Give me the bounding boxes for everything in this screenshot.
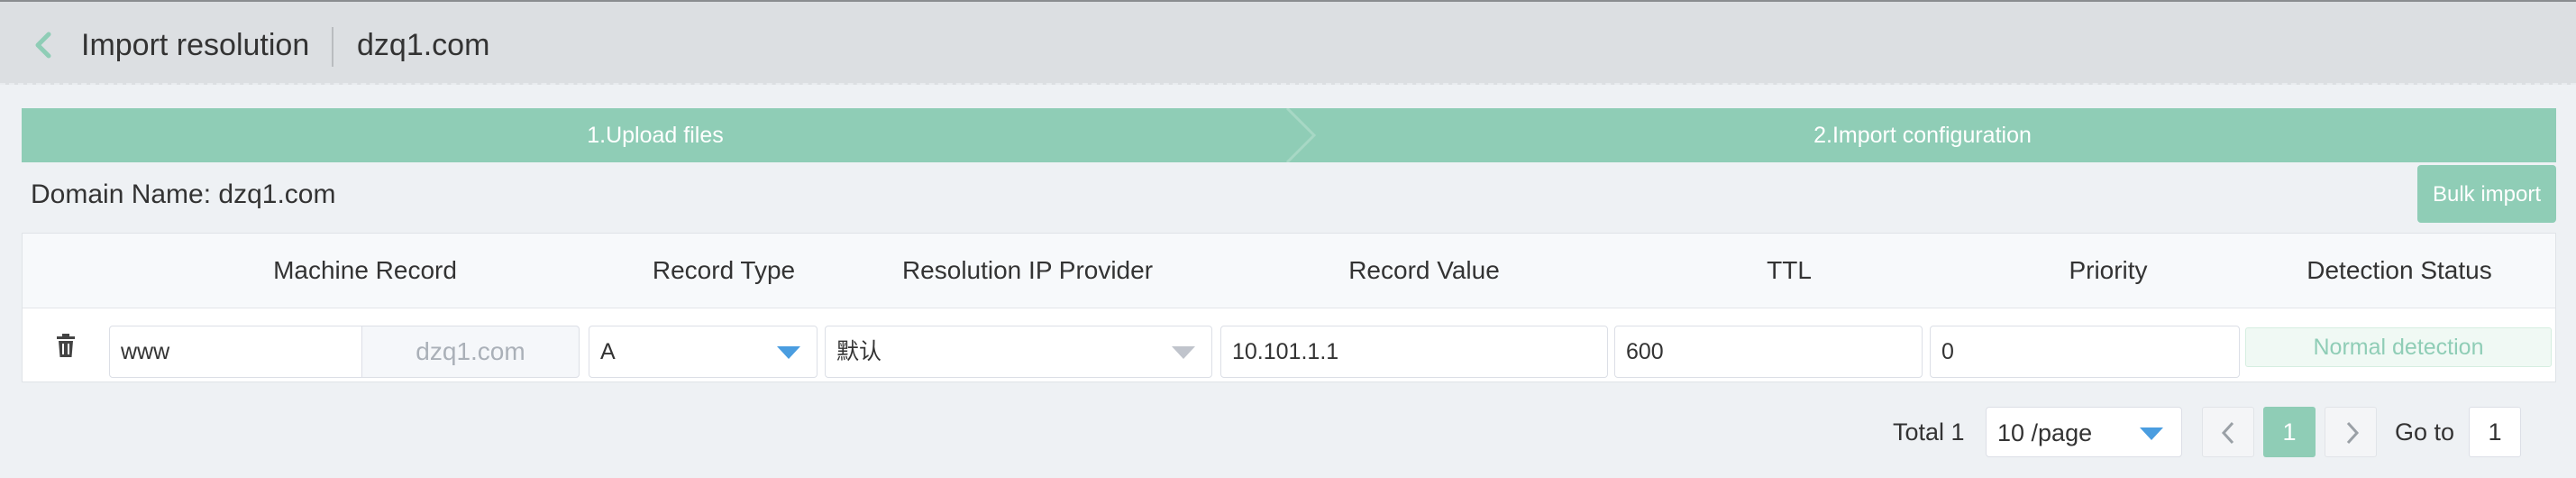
goto-label: Go to	[2395, 418, 2455, 446]
page-number-current[interactable]: 1	[2263, 407, 2316, 457]
domain-name-label: Domain Name: dzq1.com	[31, 179, 336, 209]
domain-suffix: dzq1.com	[361, 326, 580, 378]
provider-value: 默认	[836, 339, 882, 364]
priority-input[interactable]	[1930, 326, 2240, 378]
header-domain: dzq1.com	[357, 28, 490, 62]
chevron-down-icon	[777, 346, 800, 359]
page-title: Import resolution	[81, 28, 310, 62]
detection-status-badge: Normal detection	[2245, 327, 2552, 367]
chevron-down-icon	[2140, 427, 2163, 440]
machine-record-input[interactable]	[109, 326, 365, 378]
step-progress-bar: 1.Upload files 2.Import configuration	[22, 108, 2556, 162]
column-resolution-ip-provider: Resolution IP Provider	[901, 256, 1154, 284]
table-row: dzq1.com A 默认 Normal detection	[23, 308, 2555, 383]
step-import-configuration: 2.Import configuration	[1813, 123, 2032, 148]
column-ttl: TTL	[1767, 256, 1812, 284]
back-arrow-icon[interactable]	[27, 27, 63, 63]
chevron-left-icon	[2221, 421, 2234, 445]
column-detection-status: Detection Status	[2307, 256, 2492, 284]
record-type-select[interactable]: A	[589, 326, 818, 378]
record-type-value: A	[600, 339, 616, 364]
next-page-button[interactable]	[2325, 407, 2377, 457]
chevron-down-icon	[1172, 346, 1195, 359]
pagination-total: Total 1	[1893, 418, 1965, 446]
column-machine-record: Machine Record	[273, 256, 457, 284]
table-header: Machine Record Record Type Resolution IP…	[23, 234, 2555, 308]
goto-page-input[interactable]	[2469, 407, 2521, 457]
ttl-input[interactable]	[1614, 326, 1923, 378]
title-divider	[332, 27, 333, 67]
bulk-import-button[interactable]: Bulk import	[2417, 165, 2556, 223]
records-table: Machine Record Record Type Resolution IP…	[22, 233, 2556, 382]
resolution-ip-provider-select[interactable]: 默认	[825, 326, 1212, 378]
top-bar: Import resolution dzq1.com	[0, 0, 2576, 85]
step-upload-files: 1.Upload files	[587, 123, 724, 148]
page-size-value: 10 /page	[1997, 419, 2093, 446]
record-value-input[interactable]	[1220, 326, 1608, 378]
delete-trash-icon[interactable]	[55, 333, 77, 358]
column-record-type: Record Type	[652, 256, 796, 284]
prev-page-button[interactable]	[2202, 407, 2254, 457]
chevron-right-icon	[2346, 421, 2360, 445]
column-record-value: Record Value	[1348, 256, 1500, 284]
page-size-select[interactable]: 10 /page	[1986, 407, 2182, 457]
